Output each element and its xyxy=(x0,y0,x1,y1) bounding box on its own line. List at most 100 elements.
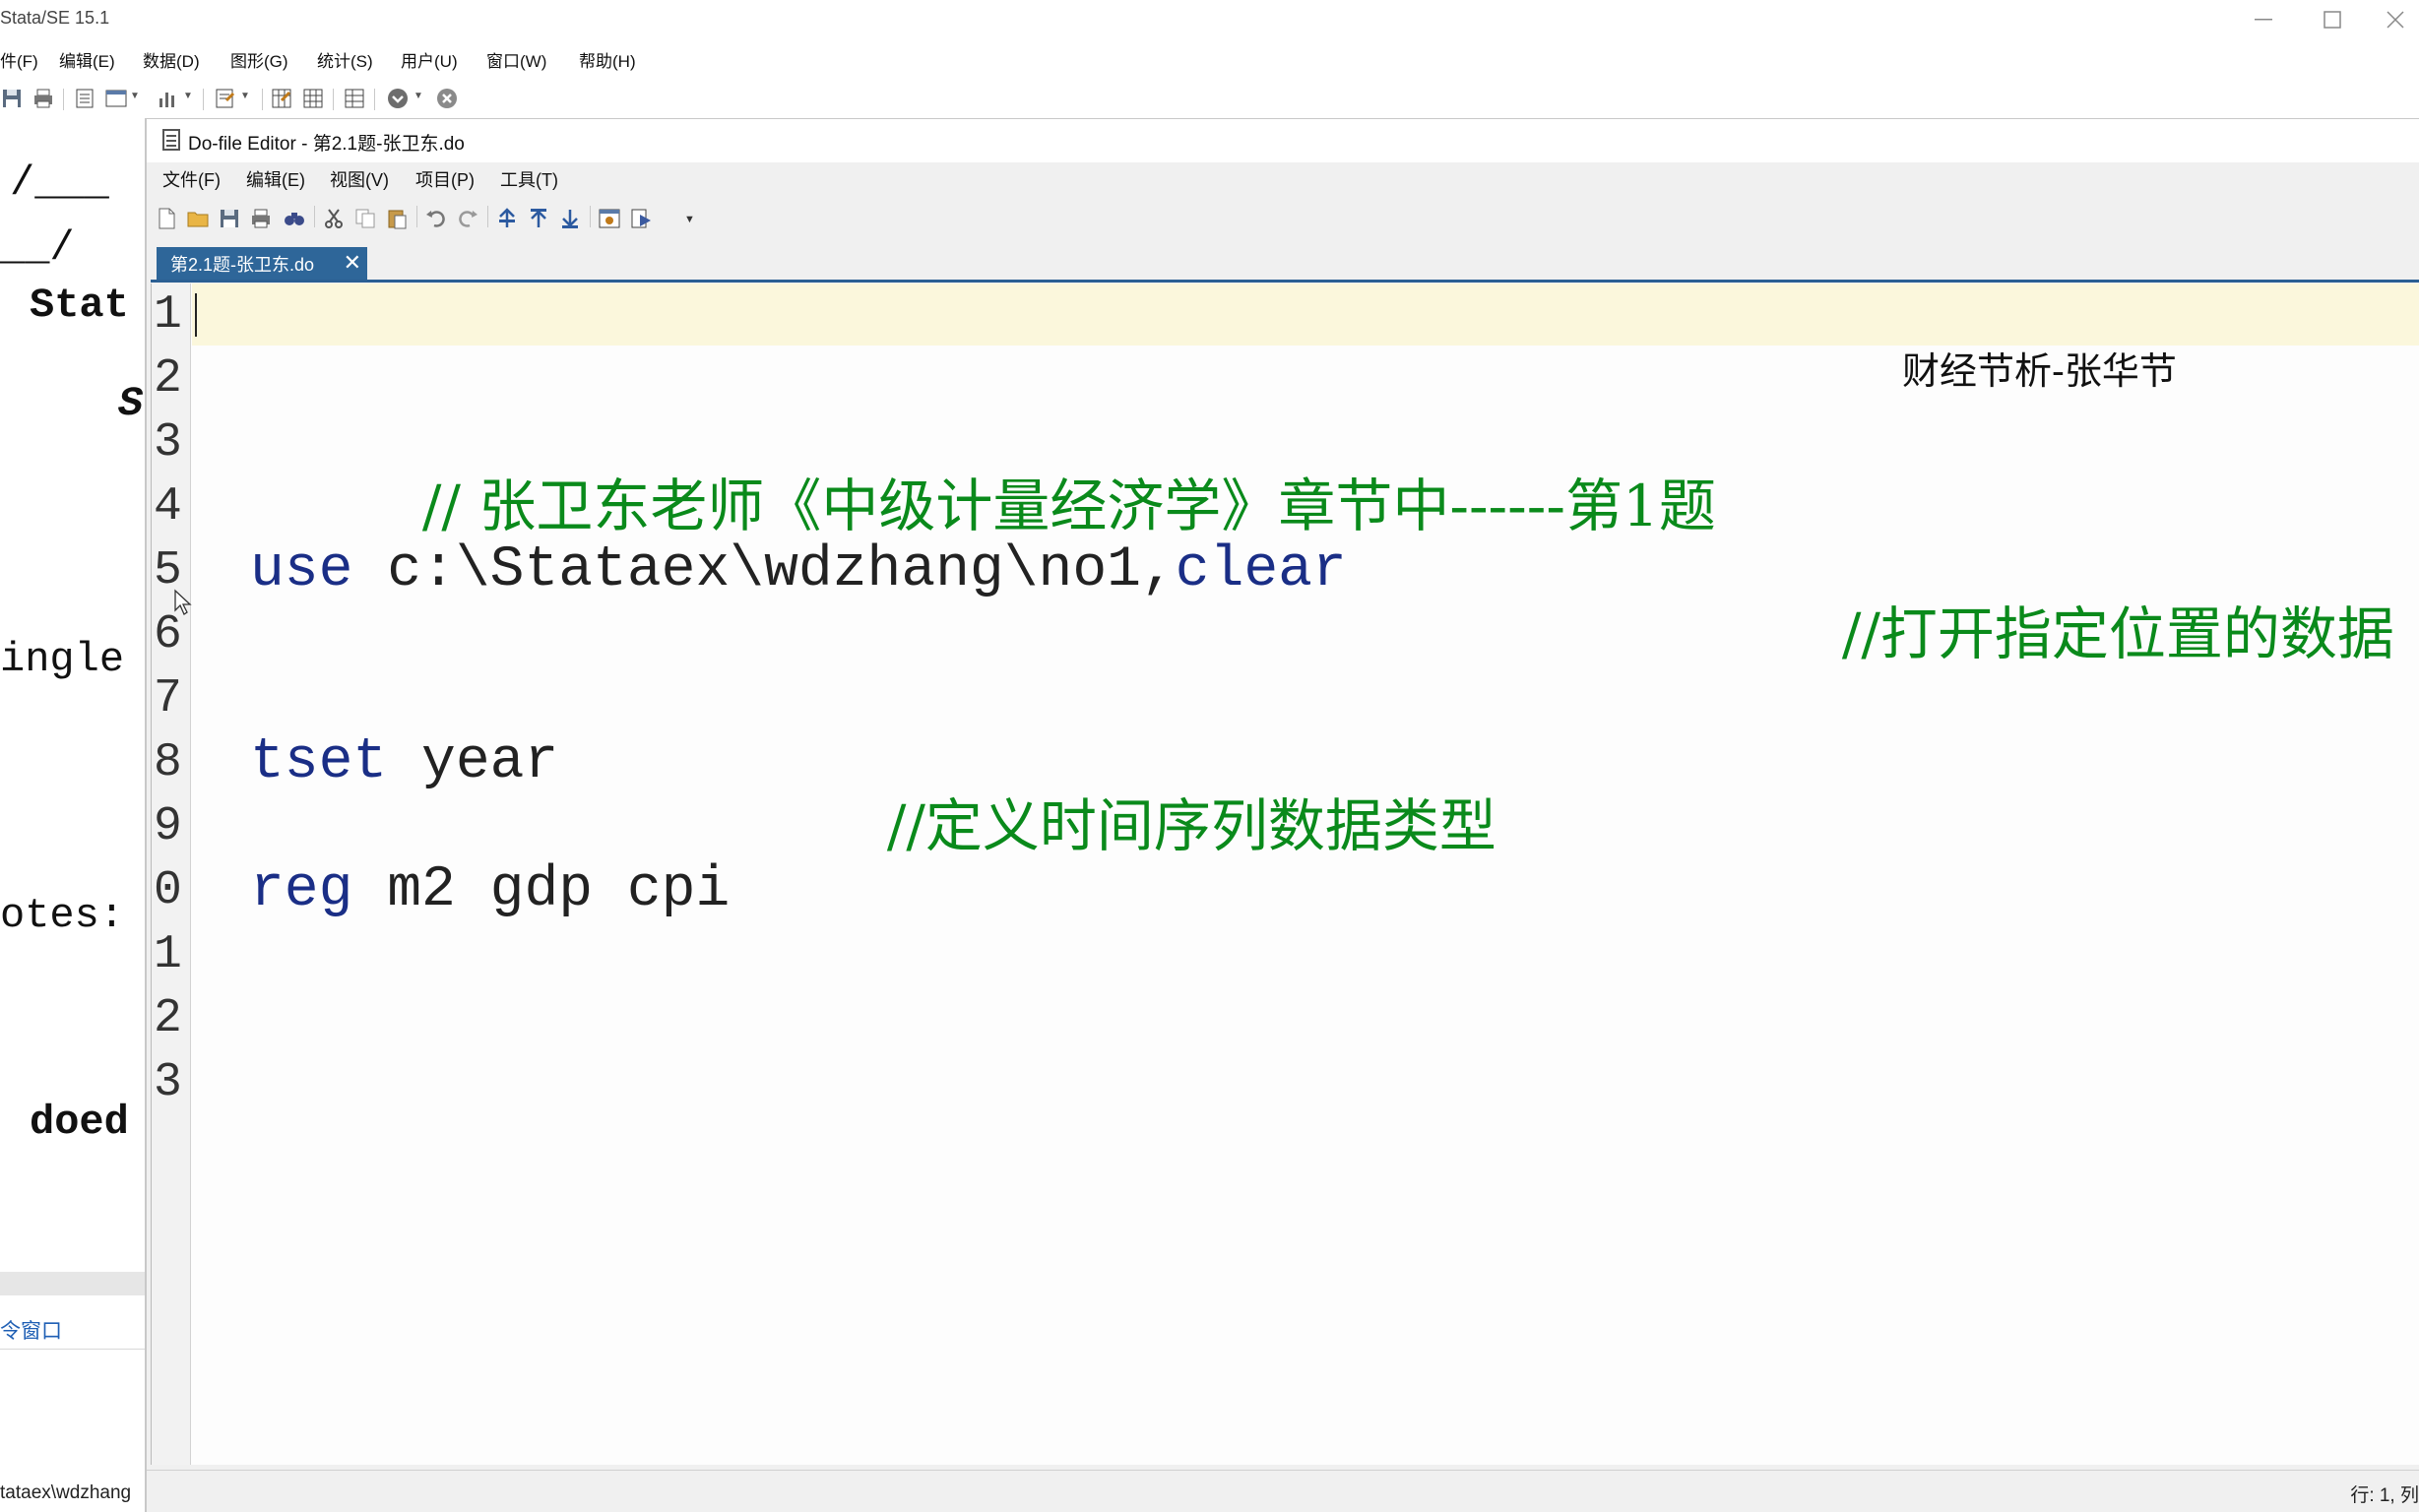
editor-menu-tools[interactable]: 工具(T) xyxy=(500,165,558,195)
stata-logo-bottom: __/ xyxy=(0,224,75,272)
code-editor[interactable]: 1 2 3 4 5 6 7 8 9 0 1 2 3 财经节析-张华节 // 张卫… xyxy=(151,284,2419,1465)
editor-status-bar: 行: 1, 列 xyxy=(147,1470,2419,1512)
new-file-icon[interactable] xyxy=(155,207,178,230)
maximize-button[interactable] xyxy=(2308,4,2357,35)
editor-menu-project[interactable]: 项目(P) xyxy=(415,165,475,195)
chevron-down-icon[interactable]: ▼ xyxy=(130,91,140,101)
command-keyword: reg xyxy=(250,858,353,922)
copy-icon[interactable] xyxy=(353,207,377,230)
line-number: 0 xyxy=(154,864,182,917)
line-number: 8 xyxy=(154,736,182,789)
bookmark-toggle-icon[interactable] xyxy=(495,207,519,230)
menu-graphics[interactable]: 图形(G) xyxy=(230,47,288,77)
tab-do-file[interactable]: 第2.1题-张卫东.do ✕ xyxy=(157,247,367,280)
code-line-8: tset year xyxy=(250,731,558,794)
line-number: 2 xyxy=(154,992,182,1045)
tab-label: 第2.1题-张卫东.do xyxy=(170,254,315,275)
code-line-10: reg m2 gdp cpi xyxy=(250,859,730,922)
line-number: 1 xyxy=(154,928,182,981)
mouse-pointer-icon xyxy=(174,589,192,615)
menu-file[interactable]: 件(F) xyxy=(0,47,38,77)
show-file-in-viewer-icon[interactable] xyxy=(598,207,621,230)
viewer-icon[interactable] xyxy=(104,87,128,110)
maximize-icon xyxy=(2324,11,2341,29)
save-icon[interactable] xyxy=(218,207,241,230)
main-menu-bar: 件(F) 编辑(E) 数据(D) 图形(G) 统计(S) 用户(U) 窗口(W)… xyxy=(0,47,2419,77)
line-number: 3 xyxy=(154,1056,182,1109)
tab-strip: 第2.1题-张卫东.do ✕ xyxy=(151,245,2419,283)
redo-icon[interactable] xyxy=(456,207,479,230)
open-folder-icon[interactable] xyxy=(186,207,210,230)
menu-statistics[interactable]: 统计(S) xyxy=(317,47,373,77)
find-icon[interactable] xyxy=(283,207,306,230)
current-line-highlight xyxy=(192,284,2419,346)
print-icon[interactable] xyxy=(249,207,273,230)
minimize-icon xyxy=(2255,19,2272,21)
results-window: /___ __/ Stat S ingle otes: doed xyxy=(0,118,146,1274)
main-toolbar: ▼ ▼ ▼ ▼ xyxy=(0,83,2419,116)
more-icon[interactable] xyxy=(386,87,410,110)
editor-window-title: Do-file Editor - 第2.1题-张卫东.do xyxy=(188,134,465,155)
cut-icon[interactable] xyxy=(322,207,346,230)
do-file-editor-window: Do-file Editor - 第2.1题-张卫东.do 文件(F) 编辑(E… xyxy=(145,118,2419,1512)
print-icon[interactable] xyxy=(32,87,55,110)
previous-bookmark-icon[interactable] xyxy=(527,207,550,230)
command-args: c:\Stataex\wdzhang\no1, xyxy=(352,538,1176,602)
results-scrollbar[interactable] xyxy=(0,1272,146,1295)
break-icon[interactable] xyxy=(435,87,459,110)
do-editor-icon[interactable] xyxy=(213,87,236,110)
chevron-down-icon[interactable]: ▼ xyxy=(183,91,193,101)
do-file-icon xyxy=(162,129,180,151)
command-keyword: use xyxy=(250,538,353,602)
line-number: 3 xyxy=(154,416,182,470)
command-keyword: tset xyxy=(250,730,388,794)
graph-icon[interactable] xyxy=(156,87,179,110)
menu-edit[interactable]: 编辑(E) xyxy=(59,47,115,77)
line-number: 1 xyxy=(154,288,182,342)
log-icon[interactable] xyxy=(73,87,96,110)
minimize-button[interactable] xyxy=(2239,4,2288,35)
editor-title-bar: Do-file Editor - 第2.1题-张卫东.do xyxy=(147,119,2419,162)
command-args: year xyxy=(387,730,559,794)
editor-menu-file[interactable]: 文件(F) xyxy=(162,165,221,195)
editor-menu-bar: 文件(F) 编辑(E) 视图(V) 项目(P) 工具(T) xyxy=(147,164,2419,196)
chevron-down-icon[interactable]: ▼ xyxy=(414,91,423,101)
chevron-down-icon[interactable]: ▼ xyxy=(240,91,250,101)
code-line-5-comment: //打开指定位置的数据 xyxy=(1636,539,2394,734)
data-browser-icon[interactable] xyxy=(301,87,325,110)
editor-menu-edit[interactable]: 编辑(E) xyxy=(246,165,305,195)
line-number-gutter: 1 2 3 4 5 6 7 8 9 0 1 2 3 xyxy=(152,284,191,1465)
comment-text: //打开指定位置的数据 xyxy=(1841,600,2394,667)
save-icon[interactable] xyxy=(0,87,24,110)
execute-do-icon[interactable] xyxy=(629,207,653,230)
menu-user[interactable]: 用户(U) xyxy=(401,47,458,77)
next-bookmark-icon[interactable] xyxy=(558,207,582,230)
stata-logo-top: /___ xyxy=(10,159,109,207)
text-caret xyxy=(195,293,197,337)
editor-menu-view[interactable]: 视图(V) xyxy=(330,165,389,195)
results-text: doed xyxy=(30,1099,129,1146)
data-editor-icon[interactable] xyxy=(270,87,293,110)
working-directory: tataex\wdzhang xyxy=(0,1482,132,1503)
main-window-title: Stata/SE 15.1 xyxy=(0,8,110,28)
undo-icon[interactable] xyxy=(424,207,448,230)
line-number: 4 xyxy=(154,480,182,534)
menu-window[interactable]: 窗口(W) xyxy=(486,47,546,77)
line-number: 7 xyxy=(154,672,182,725)
tab-close-icon[interactable]: ✕ xyxy=(344,251,361,275)
results-text: ingle xyxy=(0,636,125,683)
menu-data[interactable]: 数据(D) xyxy=(143,47,200,77)
variables-manager-icon[interactable] xyxy=(343,87,366,110)
command-args: m2 gdp cpi xyxy=(352,858,731,922)
code-line-8-comment: //定义时间序列数据类型 xyxy=(681,731,1496,926)
chevron-down-icon[interactable]: ▼ xyxy=(684,214,695,225)
line-number: 9 xyxy=(154,800,182,853)
editor-toolbar: ▼ xyxy=(147,200,2419,237)
code-line-5: use c:\Stataex\wdzhang\no1,clear xyxy=(250,539,1347,602)
menu-help[interactable]: 帮助(H) xyxy=(579,47,636,77)
line-number: 2 xyxy=(154,352,182,406)
close-button[interactable] xyxy=(2371,4,2419,35)
paste-icon[interactable] xyxy=(385,207,409,230)
command-window-label: 令窗口 xyxy=(0,1320,62,1343)
cursor-position: 行: 1, 列 xyxy=(2350,1485,2419,1506)
